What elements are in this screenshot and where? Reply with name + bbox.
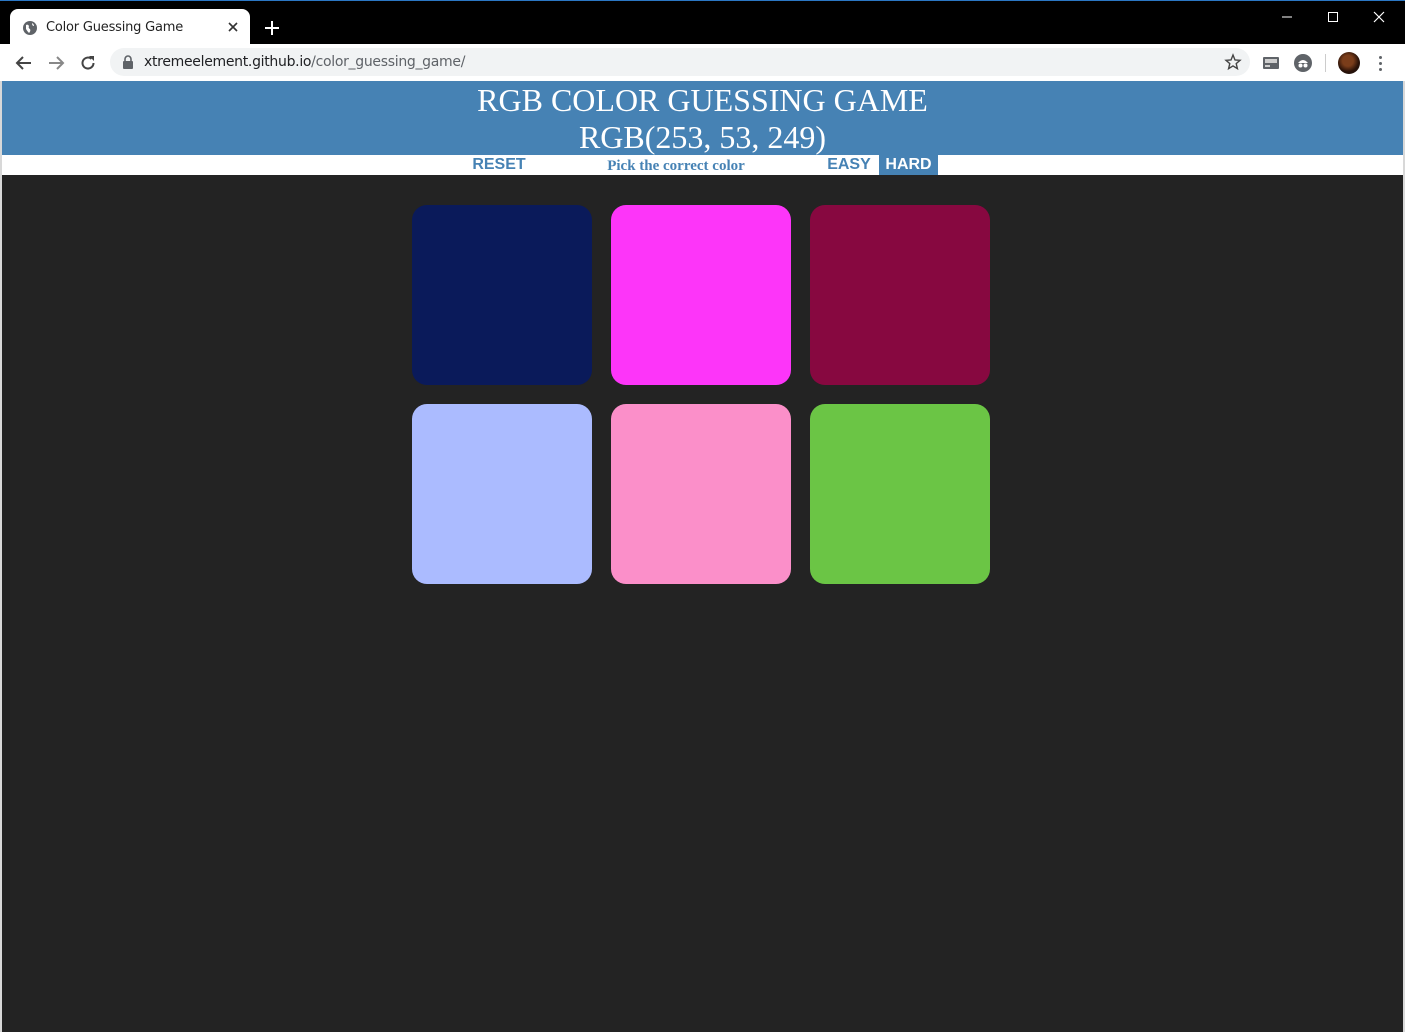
maximize-icon	[1328, 12, 1338, 22]
color-square[interactable]	[611, 404, 791, 584]
address-bar[interactable]: xtremeelement.github.io/color_guessing_g…	[110, 48, 1250, 76]
color-square[interactable]	[810, 404, 990, 584]
lock-icon	[123, 55, 133, 69]
forward-arrow-icon	[49, 56, 65, 70]
extension-badge-icon	[1263, 57, 1279, 69]
url-text: xtremeelement.github.io/color_guessing_g…	[144, 54, 465, 70]
browser-menu-icon[interactable]	[1372, 52, 1388, 74]
toolbar-divider	[1325, 54, 1326, 72]
close-window-button[interactable]	[1356, 1, 1402, 33]
back-arrow-icon	[15, 56, 31, 70]
status-message: Pick the correct color	[607, 158, 745, 174]
tab-title: Color Guessing Game	[46, 20, 184, 35]
reset-button[interactable]: RESET	[465, 155, 533, 175]
browser-titlebar: Color Guessing Game	[0, 0, 1405, 46]
maximize-button[interactable]	[1310, 1, 1356, 33]
globe-icon	[23, 21, 37, 35]
browser-toolbar: xtremeelement.github.io/color_guessing_g…	[0, 44, 1405, 81]
game-page: RGB COLOR GUESSING GAME RGB(253, 53, 249…	[2, 81, 1403, 1032]
color-square[interactable]	[412, 205, 592, 385]
url-host: xtremeelement.github.io	[144, 54, 312, 70]
url-path: /color_guessing_game/	[311, 54, 466, 70]
reload-button[interactable]	[77, 52, 99, 74]
color-square[interactable]	[412, 404, 592, 584]
reload-icon	[81, 56, 95, 70]
hard-mode-button[interactable]: HARD	[879, 155, 938, 175]
back-button[interactable]	[13, 52, 35, 74]
easy-mode-button[interactable]: EASY	[820, 155, 878, 175]
minimize-icon	[1282, 16, 1292, 18]
control-stripe: RESET Pick the correct color EASY HARD	[2, 155, 1403, 175]
extension-button[interactable]	[1261, 53, 1281, 73]
close-tab-icon[interactable]	[226, 20, 240, 34]
close-window-icon	[1373, 11, 1385, 23]
profile-avatar[interactable]	[1338, 52, 1360, 74]
incognito-button[interactable]	[1293, 53, 1313, 73]
game-title: RGB COLOR GUESSING GAME	[477, 82, 928, 118]
color-square[interactable]	[611, 205, 791, 385]
forward-button[interactable]	[45, 52, 67, 74]
color-square[interactable]	[810, 205, 990, 385]
bookmark-star-icon[interactable]	[1224, 53, 1242, 71]
browser-tab[interactable]: Color Guessing Game	[10, 9, 250, 46]
minimize-button[interactable]	[1264, 1, 1310, 33]
new-tab-icon[interactable]	[262, 18, 282, 38]
target-rgb-display: RGB(253, 53, 249)	[578, 119, 827, 155]
game-header: RGB COLOR GUESSING GAME RGB(253, 53, 249…	[2, 81, 1403, 155]
incognito-icon	[1294, 54, 1312, 72]
